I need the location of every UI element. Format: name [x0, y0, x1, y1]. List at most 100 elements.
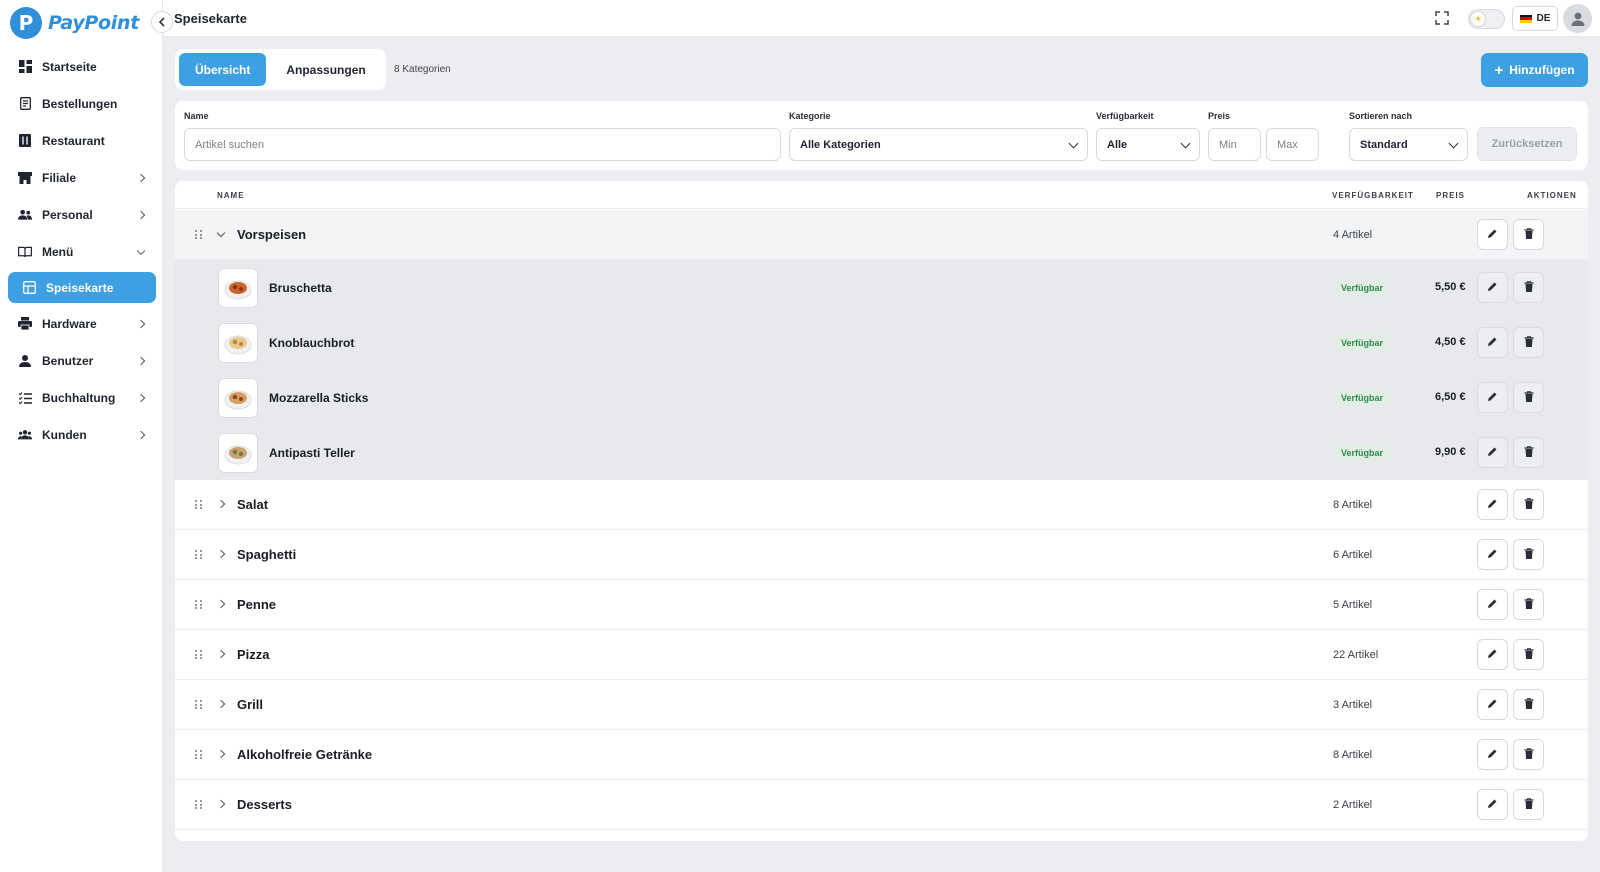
edit-button[interactable]: [1477, 489, 1508, 520]
category-row[interactable]: Grill 3 Artikel: [175, 680, 1588, 730]
chevron-right-icon[interactable]: [216, 649, 226, 659]
sidebar-item-buchhaltung[interactable]: Buchhaltung: [8, 379, 156, 416]
language-selector[interactable]: DE: [1512, 6, 1558, 31]
drag-handle-icon[interactable]: [195, 230, 203, 240]
tab-ubersicht[interactable]: Übersicht: [179, 53, 267, 86]
edit-button[interactable]: [1477, 689, 1508, 720]
category-name: Pizza: [237, 647, 270, 662]
user-icon: [18, 354, 32, 368]
delete-button[interactable]: [1513, 489, 1544, 520]
delete-button[interactable]: [1513, 382, 1544, 413]
chevron-right-icon[interactable]: [216, 799, 226, 809]
sidebar-item-personal[interactable]: Personal: [8, 196, 156, 233]
sidebar-item-restaurant[interactable]: Restaurant: [8, 122, 156, 159]
delete-button[interactable]: [1513, 639, 1544, 670]
item-row[interactable]: Mozzarella Sticks Verfügbar 6,50 €: [175, 370, 1588, 426]
drag-handle-icon[interactable]: [195, 500, 203, 510]
edit-button[interactable]: [1477, 327, 1508, 358]
chevron-down-icon: [1448, 138, 1459, 149]
drag-handle-icon[interactable]: [195, 800, 203, 810]
chevron-right-icon[interactable]: [216, 499, 226, 509]
category-row[interactable]: Vorspeisen 4 Artikel: [175, 210, 1588, 260]
category-row[interactable]: Salat 8 Artikel: [175, 480, 1588, 530]
chevron-right-icon[interactable]: [216, 599, 226, 609]
category-row[interactable]: Penne 5 Artikel: [175, 580, 1588, 630]
availability-select[interactable]: Alle: [1096, 128, 1200, 161]
edit-button[interactable]: [1477, 437, 1508, 468]
category-item-count: 3 Artikel: [1333, 699, 1373, 711]
chevron-right-icon[interactable]: [216, 549, 226, 559]
delete-button[interactable]: [1513, 589, 1544, 620]
sidebar-item-hardware[interactable]: Hardware: [8, 305, 156, 342]
reset-button[interactable]: Zurücksetzen: [1477, 127, 1577, 161]
chevron-down-icon[interactable]: [216, 228, 226, 238]
collapse-sidebar-button[interactable]: [151, 11, 173, 33]
chevron-right-icon[interactable]: [216, 749, 226, 759]
sidebar-item-startseite[interactable]: Startseite: [8, 48, 156, 85]
drag-handle-icon[interactable]: [195, 600, 203, 610]
delete-button[interactable]: [1513, 539, 1544, 570]
drag-handle-icon[interactable]: [195, 550, 203, 560]
sidebar-item-filiale[interactable]: Filiale: [8, 159, 156, 196]
delete-button[interactable]: [1513, 689, 1544, 720]
header-name: NAME: [217, 191, 245, 200]
sidebar-item-label: Buchhaltung: [42, 390, 116, 405]
user-avatar[interactable]: [1563, 4, 1592, 33]
category-select[interactable]: Alle Kategorien: [789, 128, 1088, 161]
sidebar-item-bestellungen[interactable]: Bestellungen: [8, 85, 156, 122]
delete-button[interactable]: [1513, 327, 1544, 358]
search-input[interactable]: Artikel suchen: [184, 128, 781, 161]
item-thumbnail: [218, 433, 258, 473]
edit-button[interactable]: [1477, 639, 1508, 670]
sidebar: P PayPoint Startseite Bestellungen Restaur…: [0, 0, 163, 872]
fullscreen-icon[interactable]: [1435, 11, 1449, 25]
tab-anpassungen[interactable]: Anpassungen: [270, 53, 381, 86]
delete-button[interactable]: [1513, 789, 1544, 820]
category-row[interactable]: Desserts 2 Artikel: [175, 780, 1588, 830]
category-item-count: 4 Artikel: [1333, 229, 1373, 241]
delete-button[interactable]: [1513, 272, 1544, 303]
sun-icon: ☀: [1471, 12, 1485, 26]
price-max-input[interactable]: Max: [1266, 128, 1319, 161]
edit-button[interactable]: [1477, 739, 1508, 770]
item-row[interactable]: Knoblauchbrot Verfügbar 4,50 €: [175, 315, 1588, 371]
edit-button[interactable]: [1477, 219, 1508, 250]
app-logo[interactable]: P PayPoint: [10, 7, 139, 39]
category-name: Spaghetti: [237, 547, 297, 562]
category-select-value: Alle Kategorien: [800, 138, 881, 151]
pencil-icon: [1487, 445, 1498, 460]
drag-handle-icon[interactable]: [195, 700, 203, 710]
edit-button[interactable]: [1477, 789, 1508, 820]
theme-toggle[interactable]: ☀: [1468, 9, 1505, 29]
item-price: 6,50 €: [1435, 391, 1466, 403]
chevron-right-icon: [136, 393, 146, 402]
chevron-right-icon: [136, 430, 146, 439]
price-min-input[interactable]: Min: [1208, 128, 1261, 161]
category-row[interactable]: Pizza 22 Artikel: [175, 630, 1588, 680]
delete-button[interactable]: [1513, 219, 1544, 250]
delete-button[interactable]: [1513, 437, 1544, 468]
sidebar-item-benutzer[interactable]: Benutzer: [8, 342, 156, 379]
edit-button[interactable]: [1477, 272, 1508, 303]
category-row[interactable]: Spaghetti 6 Artikel: [175, 530, 1588, 580]
group-icon: [18, 428, 32, 442]
item-row[interactable]: Antipasti Teller Verfügbar 9,90 €: [175, 425, 1588, 481]
sidebar-item-label: Bestellungen: [42, 96, 118, 111]
status-badge: Verfügbar: [1333, 389, 1391, 407]
item-thumbnail: [218, 268, 258, 308]
edit-button[interactable]: [1477, 539, 1508, 570]
category-row[interactable]: Alkoholfreie Getränke 8 Artikel: [175, 730, 1588, 780]
sidebar-item-menu[interactable]: Menü: [8, 233, 156, 270]
sidebar-item-speisekarte[interactable]: Speisekarte: [8, 272, 156, 303]
edit-button[interactable]: [1477, 382, 1508, 413]
sidebar-item-kunden[interactable]: Kunden: [8, 416, 156, 453]
item-thumbnail: [218, 378, 258, 418]
drag-handle-icon[interactable]: [195, 750, 203, 760]
chevron-right-icon[interactable]: [216, 699, 226, 709]
drag-handle-icon[interactable]: [195, 650, 203, 660]
item-row[interactable]: Bruschetta Verfügbar 5,50 €: [175, 260, 1588, 316]
sort-select[interactable]: Standard: [1349, 128, 1468, 161]
delete-button[interactable]: [1513, 739, 1544, 770]
edit-button[interactable]: [1477, 589, 1508, 620]
add-button[interactable]: + Hinzufügen: [1481, 53, 1588, 87]
